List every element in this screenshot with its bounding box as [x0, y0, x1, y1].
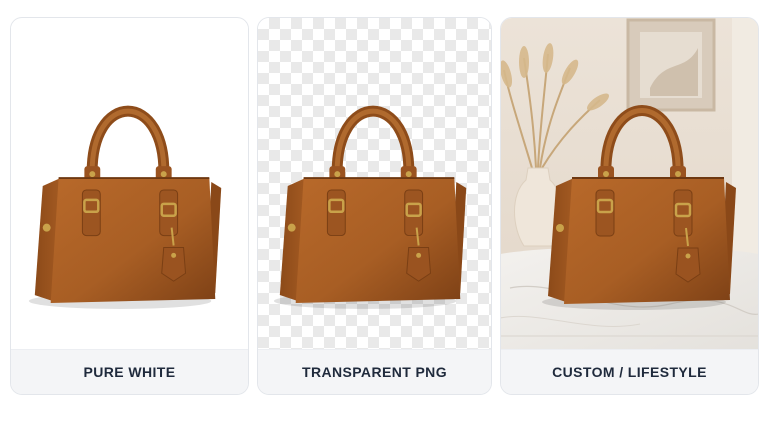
handbag-image-white-bg: [11, 18, 248, 352]
handbag-image-transparent-bg: [258, 18, 491, 352]
option-card-pure-white[interactable]: PURE WHITE: [10, 17, 249, 395]
card-label-pure-white: PURE WHITE: [11, 349, 248, 394]
option-card-transparent-png[interactable]: TRANSPARENT PNG: [257, 17, 492, 395]
handbag-image-lifestyle-bg: [501, 18, 758, 352]
card-label-custom-lifestyle: CUSTOM / LIFESTYLE: [501, 349, 758, 394]
option-card-custom-lifestyle[interactable]: CUSTOM / LIFESTYLE: [500, 17, 759, 395]
card-label-transparent-png: TRANSPARENT PNG: [258, 349, 491, 394]
